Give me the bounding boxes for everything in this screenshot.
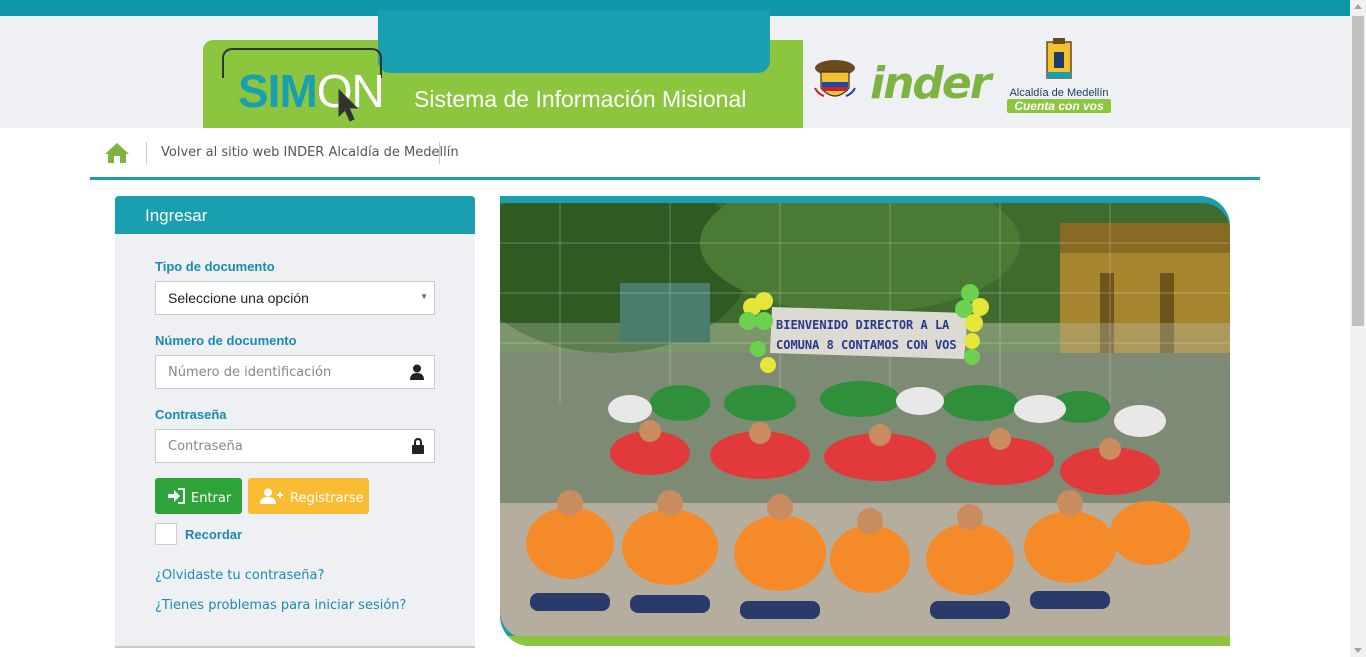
alcaldia-logo[interactable]: Alcaldía de Medellín Cuenta con vos — [1007, 36, 1111, 113]
doc-number-label: Número de documento — [155, 333, 297, 348]
alcaldia-name: Alcaldía de Medellín — [1009, 87, 1109, 99]
nav-divider — [439, 142, 440, 164]
photo-banner-text: BIENVENIDO DIRECTOR A LA — [776, 318, 950, 332]
doc-type-select[interactable]: Seleccione una opción ▼ — [155, 281, 435, 315]
password-label: Contraseña — [155, 407, 227, 422]
login-panel: Ingresar Tipo de documento Seleccione un… — [115, 196, 475, 648]
remember-label[interactable]: Recordar — [185, 527, 242, 542]
doc-number-input[interactable]: Número de identificación — [155, 355, 435, 389]
simon-banner-tab — [378, 10, 770, 73]
scroll-down-icon[interactable] — [1354, 648, 1362, 653]
sign-in-icon — [168, 488, 185, 504]
photo-banner-text: COMUNA 8 CONTAMOS CON VOS — [776, 338, 957, 352]
hero-photo: BIENVENIDO DIRECTOR A LA COMUNA 8 CONTAMO… — [500, 203, 1230, 639]
add-user-icon — [260, 488, 283, 504]
register-button[interactable]: Registrarse — [248, 478, 369, 514]
simon-logo-sim: SIM — [238, 65, 318, 117]
photo-accent-bar — [500, 636, 1230, 646]
user-icon — [410, 364, 424, 380]
simon-tagline: Sistema de Información Misional — [414, 86, 747, 112]
inder-logo[interactable]: inder — [870, 58, 991, 109]
doc-type-label: Tipo de documento — [155, 259, 275, 274]
chevron-down-icon: ▼ — [420, 292, 428, 301]
nav-bar: Volver al sitio web INDER Alcaldía de Me… — [90, 128, 1260, 180]
scroll-up-icon[interactable] — [1354, 4, 1362, 9]
remember-checkbox[interactable] — [155, 523, 177, 545]
login-button-label: Entrar — [191, 491, 232, 506]
scrollbar-thumb[interactable] — [1352, 16, 1364, 326]
nav-divider — [146, 142, 147, 164]
login-title: Ingresar — [115, 196, 475, 234]
password-input[interactable]: Contraseña — [155, 429, 435, 463]
cursor-icon — [338, 88, 359, 122]
password-placeholder: Contraseña — [168, 439, 243, 454]
colombia-shield-icon — [814, 60, 856, 97]
doc-type-value: Seleccione una opción — [168, 290, 309, 306]
alcaldia-slogan: Cuenta con vos — [1007, 99, 1111, 113]
login-help-link[interactable]: ¿Tienes problemas para iniciar sesión? — [155, 598, 406, 613]
home-icon[interactable] — [104, 142, 130, 164]
lock-icon — [412, 438, 424, 454]
simon-logo[interactable]: SIMON — [238, 64, 385, 118]
register-button-label: Registrarse — [290, 491, 364, 506]
medellin-shield-icon — [1046, 38, 1072, 79]
doc-number-placeholder: Número de identificación — [168, 365, 332, 380]
hero-photo-illustration: BIENVENIDO DIRECTOR A LA COMUNA 8 CONTAMO… — [500, 203, 1230, 639]
forgot-password-link[interactable]: ¿Olvidaste tu contraseña? — [155, 568, 324, 583]
scrollbar[interactable] — [1350, 0, 1366, 657]
login-button[interactable]: Entrar — [155, 478, 242, 514]
back-to-inder-link[interactable]: Volver al sitio web INDER Alcaldía de Me… — [161, 145, 459, 160]
hero-photo-frame: BIENVENIDO DIRECTOR A LA COMUNA 8 CONTAMO… — [500, 196, 1230, 646]
